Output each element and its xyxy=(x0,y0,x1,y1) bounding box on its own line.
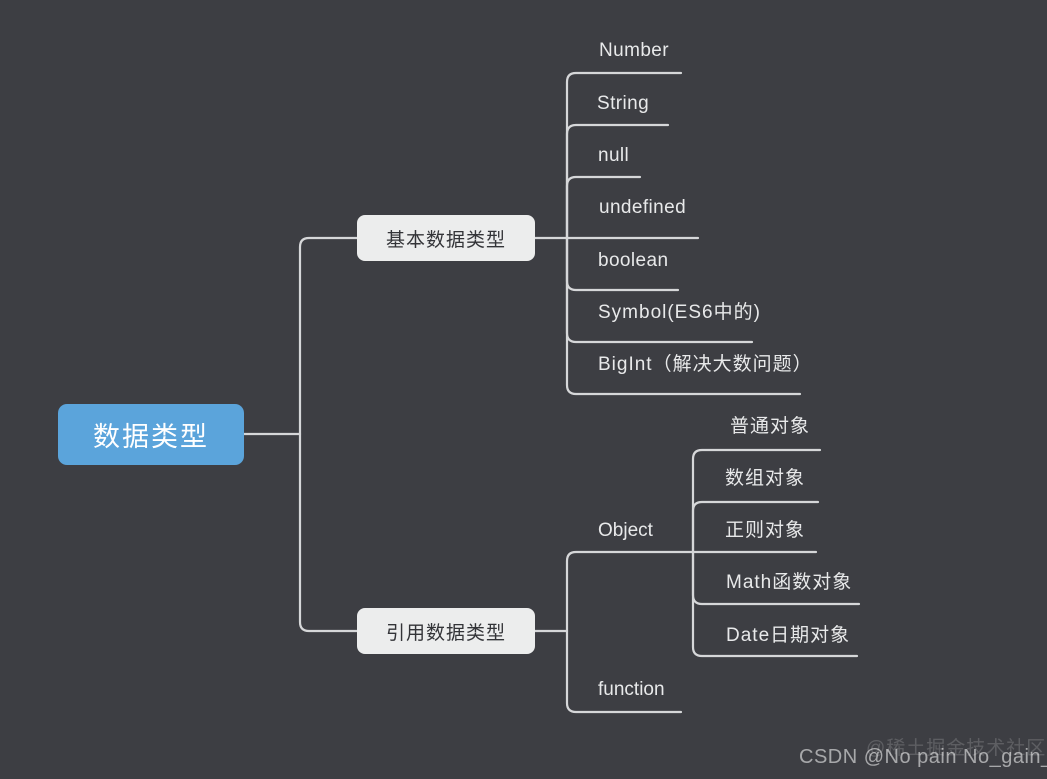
leaf-math-object[interactable]: Math函数对象 xyxy=(726,573,852,592)
wire-spine-primitive xyxy=(298,236,359,436)
branch-object[interactable]: Object xyxy=(598,521,653,540)
mindmap-canvas: 数据类型 基本数据类型 引用数据类型 Number String null un… xyxy=(0,0,1047,779)
wire-leaf-string xyxy=(565,123,670,240)
node-reference-types-label: 引用数据类型 xyxy=(385,622,506,644)
leaf-bigint[interactable]: BigInt（解决大数问题） xyxy=(598,355,813,374)
leaf-regexp-object[interactable]: 正则对象 xyxy=(725,521,805,540)
leaf-symbol[interactable]: Symbol(ES6中的) xyxy=(598,303,761,322)
node-reference-types[interactable]: 引用数据类型 xyxy=(357,608,535,654)
leaf-boolean[interactable]: boolean xyxy=(598,251,668,270)
wire-spine-reference xyxy=(298,432,359,633)
leaf-undefined[interactable]: undefined xyxy=(599,198,686,217)
leaf-number[interactable]: Number xyxy=(599,41,669,60)
branch-function[interactable]: function xyxy=(598,680,665,699)
leaf-string[interactable]: String xyxy=(597,94,649,113)
root-node-label: 数据类型 xyxy=(93,422,209,452)
connector-lines xyxy=(242,71,861,714)
leaf-date-object[interactable]: Date日期对象 xyxy=(726,626,850,645)
wire-branch-object xyxy=(565,550,695,633)
node-primitive-types-label: 基本数据类型 xyxy=(385,229,506,251)
node-primitive-types[interactable]: 基本数据类型 xyxy=(357,215,535,261)
leaf-array-object[interactable]: 数组对象 xyxy=(725,469,805,488)
watermark-csdn: CSDN @No pain No_gain_ xyxy=(799,746,1047,768)
root-node[interactable]: 数据类型 xyxy=(58,404,244,465)
leaf-plain-object[interactable]: 普通对象 xyxy=(730,417,810,436)
leaf-null[interactable]: null xyxy=(598,146,629,165)
